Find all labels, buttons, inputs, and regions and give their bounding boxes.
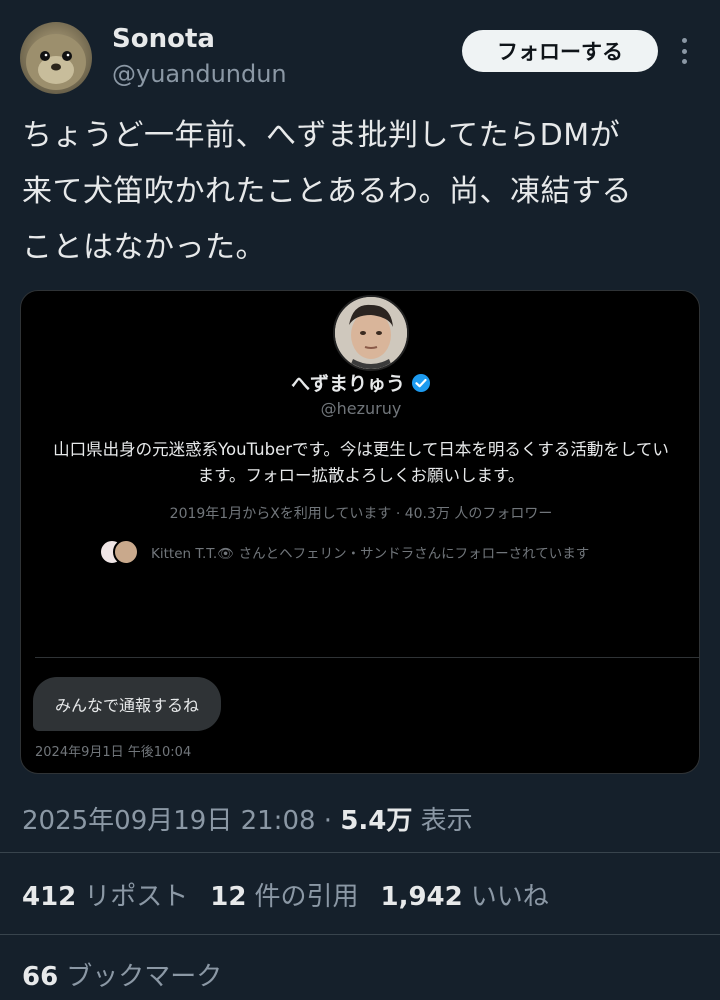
divider — [0, 934, 720, 935]
dm-message-bubble: みんなで通報するね — [33, 677, 222, 731]
follow-button[interactable]: フォローする — [462, 30, 658, 72]
engagement-stats: 412 リポスト 12 件の引用 1,942 いいね — [22, 876, 549, 913]
likes-label: いいね — [470, 882, 549, 912]
dm-profile-handle: @hezuruy — [320, 399, 402, 418]
reposts-stat[interactable]: 412 リポスト — [22, 876, 188, 913]
meta-separator: · — [323, 806, 333, 836]
attached-screenshot[interactable]: へずまりゅう @hezuruy 山口県出身の元迷惑系YouTuberです。今は更… — [20, 290, 700, 774]
tweet-header: Sonota @yuandundun フォローする — [0, 0, 720, 110]
bookmarks-count: 66 — [22, 962, 59, 992]
views-label: 表示 — [420, 806, 473, 836]
follower-avatar — [113, 539, 139, 565]
tweet-text-line: ちょうど一年前、へずま批判してたらDMが — [22, 118, 621, 153]
views-count: 5.4万 — [340, 806, 413, 836]
follower-avatars — [99, 539, 141, 565]
quotes-count: 12 — [210, 882, 247, 912]
person-photo-icon — [335, 297, 407, 369]
tweet-timestamp[interactable]: 2025年09月19日 21:08 — [22, 806, 316, 836]
dm-profile-name-row: へずまりゅう — [21, 369, 699, 396]
author-handle[interactable]: @yuandundun — [112, 60, 287, 88]
tweet-text: ちょうど一年前、へずま批判してたらDMが 来て犬笛吹かれたことあるわ。尚、凍結す… — [22, 108, 702, 276]
tweet-meta: 2025年09月19日 21:08 · 5.4万 表示 — [22, 800, 473, 837]
dm-followed-by-text: Kitten T.T.👁 さんとヘフェリン・サンドラさんにフォローされています — [151, 546, 590, 562]
dm-profile-name: へずまりゅう — [290, 373, 405, 395]
divider — [35, 657, 699, 658]
dm-profile-avatar — [333, 295, 409, 371]
more-options-icon[interactable] — [672, 36, 696, 66]
tweet-text-line: ことはなかった。 — [22, 230, 266, 265]
author-display-name[interactable]: Sonota — [112, 24, 215, 54]
otter-avatar-icon — [26, 34, 86, 90]
reposts-label: リポスト — [84, 882, 189, 912]
author-avatar[interactable] — [20, 22, 92, 94]
likes-count: 1,942 — [380, 882, 463, 912]
dm-profile-meta: 2019年1月からXを利用しています · 40.3万 人のフォロワー — [169, 506, 553, 522]
reposts-count: 412 — [22, 882, 77, 912]
dm-followed-by: Kitten T.T.👁 さんとヘフェリン・サンドラさんにフォローされています — [99, 539, 659, 565]
quotes-stat[interactable]: 12 件の引用 — [210, 876, 358, 913]
dm-message-timestamp: 2024年9月1日 午後10:04 — [35, 745, 192, 760]
divider — [0, 852, 720, 853]
quotes-label: 件の引用 — [254, 882, 359, 912]
verified-badge-icon — [412, 373, 430, 392]
bookmarks-stat[interactable]: 66 ブックマーク — [22, 956, 222, 993]
dm-profile-bio: 山口県出身の元迷惑系YouTuberです。今は更生して日本を明るくする活動をして… — [53, 440, 669, 485]
tweet-text-line: 来て犬笛吹かれたことあるわ。尚、凍結する — [22, 174, 632, 209]
likes-stat[interactable]: 1,942 いいね — [381, 876, 549, 913]
bookmarks-label: ブックマーク — [66, 962, 223, 992]
